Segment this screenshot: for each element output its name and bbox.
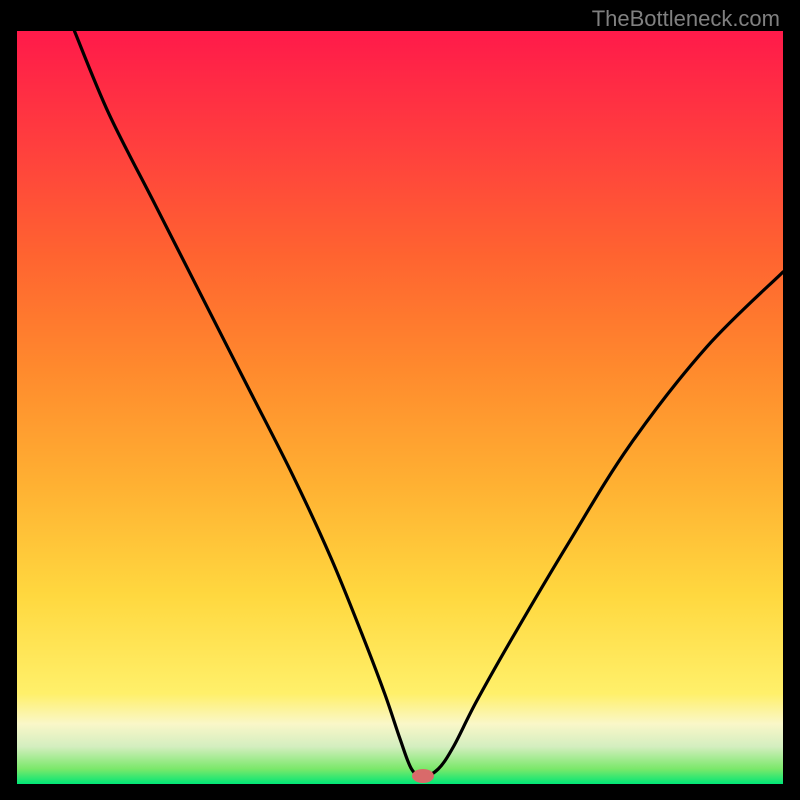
gradient-background bbox=[17, 31, 783, 784]
plot-svg bbox=[17, 31, 783, 784]
minimum-marker bbox=[412, 769, 434, 783]
watermark-text: TheBottleneck.com bbox=[592, 6, 780, 32]
plot-frame bbox=[17, 31, 783, 784]
